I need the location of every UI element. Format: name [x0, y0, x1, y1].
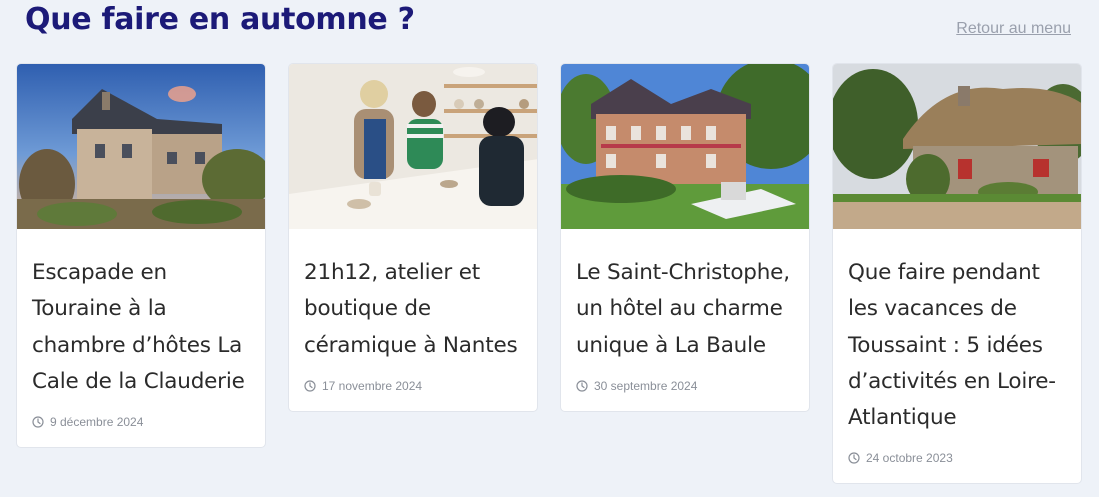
article-card[interactable]: Escapade en Touraine à la chambre d’hôte… [16, 63, 266, 449]
back-to-menu-link[interactable]: Retour au menu [956, 20, 1071, 38]
card-title[interactable]: 21h12, atelier et boutique de céramique … [304, 255, 523, 364]
card-date: 24 octobre 2023 [848, 451, 1067, 465]
clock-icon [32, 416, 44, 428]
article-card[interactable]: 21h12, atelier et boutique de céramique … [288, 63, 538, 412]
article-cards: Escapade en Touraine à la chambre d’hôte… [16, 63, 1082, 485]
card-title[interactable]: Le Saint-Christophe, un hôtel au charme … [576, 255, 795, 364]
card-date-text: 17 novembre 2024 [322, 378, 423, 393]
card-date: 17 novembre 2024 [304, 379, 523, 393]
article-card[interactable]: Le Saint-Christophe, un hôtel au charme … [560, 63, 810, 412]
ceramic-workshop-photo[interactable] [289, 64, 538, 229]
thatched-cottage-photo[interactable] [833, 64, 1082, 229]
card-title[interactable]: Que faire pendant les vacances de Toussa… [848, 255, 1067, 436]
card-date-text: 30 septembre 2024 [594, 378, 698, 393]
article-card[interactable]: Que faire pendant les vacances de Toussa… [832, 63, 1082, 485]
card-date: 9 décembre 2024 [32, 415, 251, 429]
clock-icon [848, 452, 860, 465]
card-date-text: 9 décembre 2024 [50, 415, 144, 430]
section-title: Que faire en automne ? [25, 2, 415, 37]
card-date: 30 septembre 2024 [576, 379, 795, 393]
clock-icon [304, 380, 316, 392]
card-title[interactable]: Escapade en Touraine à la chambre d’hôte… [32, 255, 251, 400]
clock-icon [576, 380, 588, 392]
card-date-text: 24 octobre 2023 [866, 451, 953, 466]
house-at-sunset-photo[interactable] [17, 64, 266, 229]
hotel-garden-photo[interactable] [561, 64, 810, 229]
